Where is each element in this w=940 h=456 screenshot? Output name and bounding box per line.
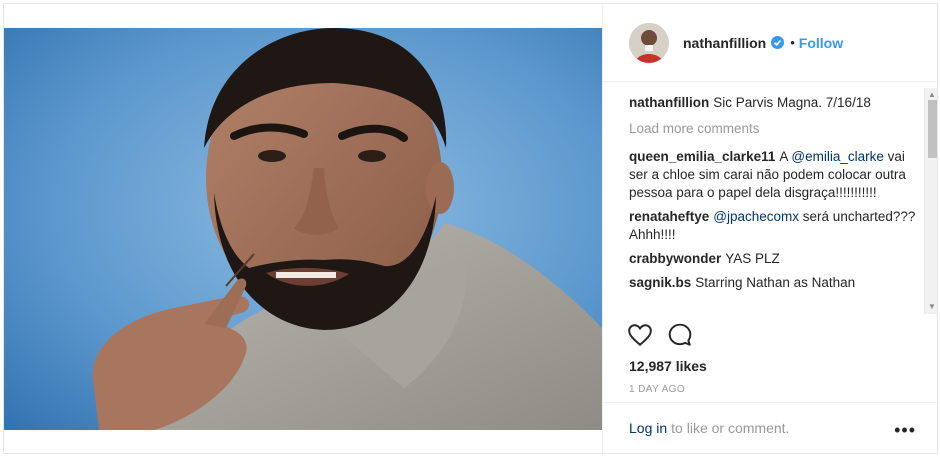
comments-list: nathanfillion Sic Parvis Magna. 7/16/18 L… <box>629 94 923 316</box>
comment-text: A <box>779 149 792 164</box>
instagram-post: nathanfillion • Follow nathanfillion Sic … <box>3 3 938 454</box>
header-separator: • <box>790 35 795 50</box>
comment-item: sagnik.bs Starring Nathan as Nathan <box>629 274 923 292</box>
comments-scrollbar[interactable]: ▲ ▼ <box>924 88 937 314</box>
post-image[interactable] <box>4 28 602 430</box>
comment-bubble-icon[interactable] <box>667 322 693 348</box>
comment-username[interactable]: renataheftye <box>629 209 709 224</box>
comment-username[interactable]: sagnik.bs <box>629 275 691 290</box>
comment-item: crabbywonder YAS PLZ <box>629 250 923 268</box>
login-prompt-text: to like or comment. <box>671 420 790 436</box>
comment-text: YAS PLZ <box>725 251 780 266</box>
login-link[interactable]: Log in <box>629 420 667 436</box>
heart-icon[interactable] <box>627 322 653 348</box>
comment-username[interactable]: crabbywonder <box>629 251 721 266</box>
likes-count[interactable]: 12,987 likes <box>629 358 707 374</box>
post-header: nathanfillion • Follow <box>603 4 937 82</box>
comment-footer: Log in to like or comment. ••• <box>603 402 937 453</box>
verified-badge-icon <box>771 36 785 49</box>
comment-username[interactable]: queen_emilia_clarke11 <box>629 149 775 164</box>
comment-text: Starring Nathan as Nathan <box>695 275 856 290</box>
mention-link[interactable]: @emilia_clarke <box>791 149 883 164</box>
more-options-icon[interactable]: ••• <box>894 420 916 441</box>
post-username[interactable]: nathanfillion <box>683 35 766 51</box>
load-more-comments-button[interactable]: Load more comments <box>629 120 923 138</box>
avatar[interactable] <box>629 22 669 63</box>
comment-text: Sic Parvis Magna. 7/16/18 <box>713 95 871 110</box>
follow-button[interactable]: Follow <box>799 35 843 51</box>
caption: nathanfillion Sic Parvis Magna. 7/16/18 <box>629 94 923 112</box>
portrait-illustration <box>4 28 602 430</box>
post-sidebar: nathanfillion • Follow nathanfillion Sic … <box>602 4 937 453</box>
scrollbar-thumb[interactable] <box>928 100 937 158</box>
post-actions <box>627 322 693 348</box>
comment-item: queen_emilia_clarke11 A @emilia_clarke va… <box>629 148 923 202</box>
comment-username[interactable]: nathanfillion <box>629 95 709 110</box>
scroll-down-icon[interactable]: ▼ <box>928 302 936 312</box>
comment-item: renataheftye @jpachecomx será uncharted??… <box>629 208 923 244</box>
post-timestamp: 1 DAY AGO <box>629 384 686 395</box>
scroll-up-icon[interactable]: ▲ <box>928 90 936 100</box>
mention-link[interactable]: @jpachecomx <box>713 209 799 224</box>
